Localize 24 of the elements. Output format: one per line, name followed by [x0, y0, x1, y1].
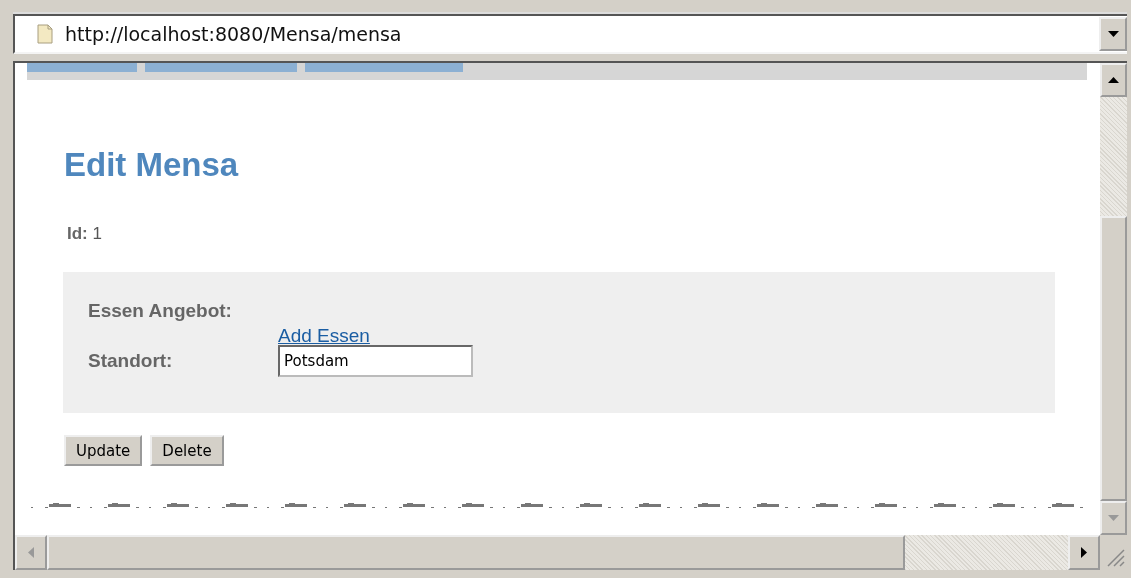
address-bar[interactable]: http://localhost:8080/Mensa/mensa [13, 14, 1127, 54]
url-text: http://localhost:8080/Mensa/mensa [65, 23, 403, 45]
up-arrow-icon [1108, 77, 1119, 83]
down-arrow-icon [1108, 515, 1119, 521]
add-link[interactable]: Add Essen [278, 325, 478, 347]
vertical-scrollbar[interactable] [1100, 63, 1127, 535]
field-label: Standort: [88, 350, 174, 372]
dropdown-button[interactable] [1099, 17, 1127, 51]
form-button[interactable]: Update [64, 435, 143, 466]
form-button[interactable]: Delete [150, 435, 224, 466]
field-label: Essen Angebot: [88, 300, 233, 322]
scroll-up-button[interactable] [1100, 63, 1127, 97]
scroll-left-button[interactable] [15, 535, 47, 570]
horizontal-scrollbar[interactable] [15, 535, 1127, 570]
left-arrow-icon [28, 547, 34, 558]
caret-icon [1107, 31, 1119, 37]
page-title: Edit Mensa [64, 146, 240, 184]
page-icon [37, 24, 53, 44]
scroll-right-button[interactable] [1068, 535, 1100, 570]
scroll-thumb[interactable] [47, 535, 905, 570]
id-text: Id: 1 [67, 224, 103, 244]
right-arrow-icon [1081, 547, 1087, 558]
input-field[interactable]: Potsdam [278, 345, 473, 377]
scroll-thumb[interactable] [1100, 216, 1127, 501]
